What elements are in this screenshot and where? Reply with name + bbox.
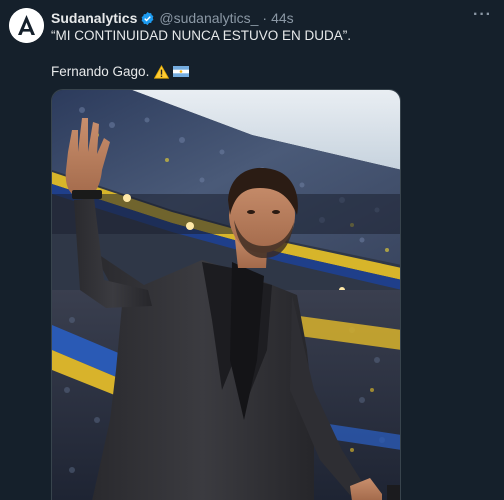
argentina-flag-icon — [173, 66, 190, 77]
gago-stadium-photo — [52, 90, 400, 500]
tweet-card[interactable]: Sudanalytics @sudanalytics_ · 44s ··· “M… — [0, 0, 504, 500]
tweet-text-line2: Fernando Gago. — [51, 64, 150, 79]
tweet-photo[interactable] — [51, 89, 401, 500]
tweet-text-line2-container: Fernando Gago. — [51, 64, 190, 79]
handle[interactable]: @sudanalytics_ — [159, 10, 258, 26]
tweet-text-line1: “MI CONTINUIDAD NUNCA ESTUVO EN DUDA”. — [51, 28, 352, 43]
verified-badge-icon — [142, 11, 154, 25]
more-options-icon[interactable]: ··· — [473, 6, 492, 24]
sudanalytics-logo-icon — [9, 8, 44, 43]
avatar[interactable] — [9, 8, 44, 43]
timestamp[interactable]: 44s — [271, 10, 294, 26]
display-name[interactable]: Sudanalytics — [51, 10, 137, 26]
separator-dot: · — [262, 10, 268, 26]
tweet-header: Sudanalytics @sudanalytics_ · 44s — [51, 9, 294, 27]
warning-emoji-icon — [154, 64, 170, 79]
